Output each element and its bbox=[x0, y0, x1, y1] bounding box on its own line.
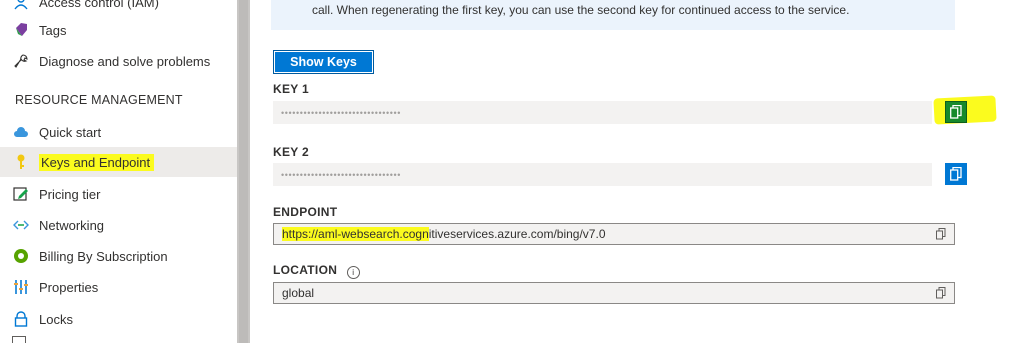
sidebar-item-quick-start[interactable]: Quick start bbox=[0, 117, 237, 147]
notice-text: call. When regenerating the first key, y… bbox=[312, 3, 850, 17]
key2-label: KEY 2 bbox=[273, 145, 309, 159]
edit-icon bbox=[12, 185, 30, 203]
location-field[interactable]: global bbox=[273, 282, 955, 304]
endpoint-field[interactable]: https://aml-websearch.cogn itiveservices.… bbox=[273, 223, 955, 245]
location-label: LOCATION bbox=[273, 263, 338, 277]
sidebar-item-pricing-tier[interactable]: Pricing tier bbox=[0, 179, 237, 209]
sidebar-item-locks[interactable]: Locks bbox=[0, 304, 237, 334]
sidebar-item-label: Tags bbox=[39, 22, 67, 38]
people-icon bbox=[12, 0, 30, 11]
sidebar-item-label: Quick start bbox=[39, 124, 102, 140]
sidebar-item-properties[interactable]: Properties bbox=[0, 272, 237, 302]
location-value: global bbox=[282, 286, 315, 300]
endpoint-value-highlighted: https://aml-websearch.cogn bbox=[282, 227, 429, 241]
endpoint-label: ENDPOINT bbox=[273, 205, 338, 219]
networking-icon bbox=[12, 216, 30, 234]
sidebar-item-networking[interactable]: Networking bbox=[0, 210, 237, 240]
copy-key1-button[interactable] bbox=[945, 101, 967, 123]
sidebar-item-keys-and-endpoint[interactable]: Keys and Endpoint bbox=[0, 147, 237, 177]
sidebar-item-tags[interactable]: Tags bbox=[0, 15, 237, 45]
copy-icon bbox=[950, 167, 962, 181]
sidebar-item-billing[interactable]: Billing By Subscription bbox=[0, 241, 237, 271]
location-label-row: LOCATION i bbox=[273, 263, 360, 279]
tag-icon bbox=[12, 21, 30, 39]
sidebar: Access control (IAM) Tags Diagnose and s… bbox=[0, 0, 237, 343]
copy-location-icon[interactable] bbox=[936, 287, 946, 302]
properties-icon bbox=[12, 278, 30, 296]
copy-endpoint-icon[interactable] bbox=[936, 228, 946, 243]
section-header-resource-management: RESOURCE MANAGEMENT bbox=[15, 93, 183, 107]
sidebar-item-label: Pricing tier bbox=[39, 186, 101, 202]
sidebar-item-label: Properties bbox=[39, 279, 99, 295]
main-content: call. When regenerating the first key, y… bbox=[250, 0, 1022, 343]
sidebar-item-label: Keys and Endpoint bbox=[39, 153, 155, 171]
key1-label: KEY 1 bbox=[273, 82, 309, 96]
lock-icon bbox=[12, 310, 30, 328]
next-item-icon bbox=[12, 336, 26, 343]
billing-icon bbox=[12, 247, 30, 265]
key1-field[interactable]: •••••••••••••••••••••••••••••••• bbox=[273, 101, 932, 124]
copy-icon bbox=[950, 105, 962, 119]
endpoint-value-rest: itiveservices.azure.com/bing/v7.0 bbox=[428, 227, 606, 241]
key-icon bbox=[12, 153, 30, 171]
copy-key2-button[interactable] bbox=[945, 163, 967, 185]
sidebar-item-label: Billing By Subscription bbox=[39, 248, 168, 264]
info-icon[interactable]: i bbox=[346, 266, 360, 279]
cloud-icon bbox=[12, 123, 30, 141]
show-keys-button[interactable]: Show Keys bbox=[273, 50, 374, 74]
wrench-icon bbox=[12, 52, 30, 70]
sidebar-item-label: Locks bbox=[39, 311, 73, 327]
info-notice: call. When regenerating the first key, y… bbox=[271, 0, 955, 30]
sidebar-item-label: Networking bbox=[39, 217, 105, 233]
key2-field[interactable]: •••••••••••••••••••••••••••••••• bbox=[273, 163, 932, 186]
sidebar-item-label: Diagnose and solve problems bbox=[39, 53, 211, 69]
sidebar-item-label: Access control (IAM) bbox=[39, 0, 159, 10]
scrollbar-track[interactable] bbox=[239, 0, 248, 343]
sidebar-item-diagnose[interactable]: Diagnose and solve problems bbox=[0, 46, 237, 76]
sidebar-scrollbar[interactable] bbox=[237, 0, 250, 343]
